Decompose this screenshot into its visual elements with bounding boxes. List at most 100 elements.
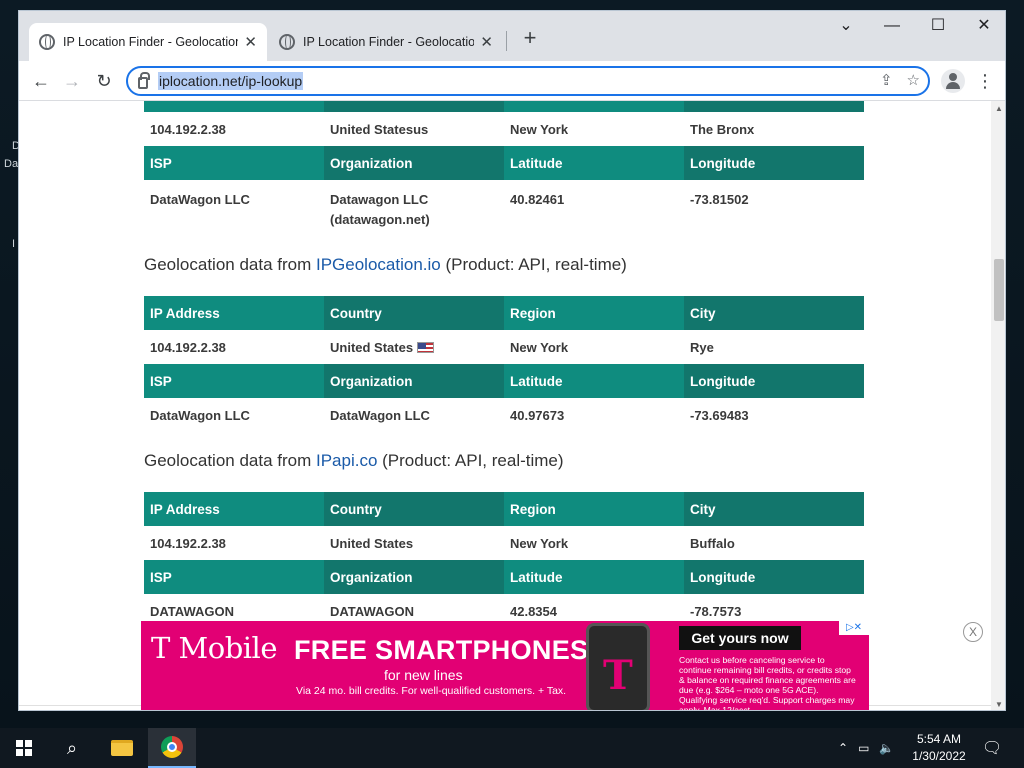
- header-ip-address: IP Address: [144, 492, 324, 526]
- desktop-icon-label[interactable]: Da: [4, 158, 18, 170]
- notification-icon: 🗨: [982, 740, 1003, 757]
- desktop-icon-label[interactable]: I: [12, 238, 15, 250]
- search-button[interactable]: ⌕: [48, 728, 96, 768]
- section-prefix: Geolocation data from: [144, 451, 316, 470]
- geo-table-top: 104.192.2.38 United Statesus New York Th…: [144, 101, 864, 230]
- cell-region: New York: [504, 112, 684, 146]
- cell-longitude: -73.69483: [684, 398, 864, 432]
- adchoices-icon[interactable]: ▷✕: [839, 621, 869, 635]
- notifications-button[interactable]: 🗨: [982, 728, 1002, 768]
- taskbar: ⌕ ⌃ ▭ 🔈 5:54 AM 1/30/2022 🗨: [0, 728, 1024, 768]
- header-organization: Organization: [324, 364, 504, 398]
- globe-icon: [279, 34, 295, 50]
- scroll-down-arrow[interactable]: ▼: [994, 700, 1004, 709]
- profile-avatar[interactable]: [941, 69, 965, 93]
- table-row: 104.192.2.38 United States New York Rye: [144, 330, 864, 364]
- tab-inactive[interactable]: IP Location Finder - Geolocation ✕: [269, 23, 503, 61]
- scroll-thumb[interactable]: [994, 259, 1004, 321]
- cell-longitude: -73.81502: [684, 180, 864, 230]
- cell-ip: 104.192.2.38: [144, 112, 324, 146]
- cell-latitude: 40.82461: [504, 180, 684, 230]
- bookmark-star-icon[interactable]: ☆: [907, 71, 920, 89]
- cell-isp: DataWagon LLC: [144, 180, 324, 230]
- globe-icon: [39, 34, 55, 50]
- header-longitude: Longitude: [684, 364, 864, 398]
- header-cell: [324, 101, 504, 112]
- cell-city: Rye: [684, 330, 864, 364]
- cell-ip: 104.192.2.38: [144, 330, 324, 364]
- show-hidden-icons-icon[interactable]: ⌃: [838, 741, 848, 755]
- tab-search-button[interactable]: ⌄: [823, 13, 869, 43]
- geo-table-ipgeolocation: IP Address Country Region City 104.192.2…: [144, 296, 864, 432]
- tab-title: IP Location Finder - Geolocation: [303, 35, 475, 49]
- table-header-row: ISP Organization Latitude Longitude: [144, 146, 864, 180]
- scroll-up-arrow[interactable]: ▲: [994, 104, 1004, 113]
- tmobile-ad-banner[interactable]: T Mobile FREE SMARTPHONES for new lines …: [141, 621, 869, 711]
- table-row: 104.192.2.38 United States New York Buff…: [144, 526, 864, 560]
- cell-country: United States: [324, 526, 504, 560]
- cell-region: New York: [504, 526, 684, 560]
- table-row: DataWagon LLC DataWagon LLC 40.97673 -73…: [144, 398, 864, 432]
- reload-button[interactable]: ↻: [92, 69, 116, 93]
- minimize-button[interactable]: —: [869, 13, 915, 43]
- header-region: Region: [504, 492, 684, 526]
- lock-icon[interactable]: [138, 72, 150, 89]
- folder-icon: [111, 740, 133, 756]
- phone-image: T: [586, 623, 650, 710]
- table-header-row: ISP Organization Latitude Longitude: [144, 364, 864, 398]
- close-tab-icon[interactable]: ✕: [244, 33, 257, 51]
- browser-toolbar: ← → ↻ iplocation.net/ip-lookup ⇪ ☆ ⋮: [19, 61, 1005, 101]
- volume-muted-icon[interactable]: 🔈: [879, 741, 894, 755]
- header-cell: [144, 101, 324, 112]
- new-tab-button[interactable]: +: [517, 25, 543, 51]
- vertical-scrollbar[interactable]: ▲ ▼: [991, 101, 1005, 710]
- section-heading: Geolocation data from IPapi.co (Product:…: [144, 451, 564, 471]
- cell-country: United States: [324, 330, 504, 364]
- network-icon[interactable]: ▭: [858, 741, 869, 755]
- clock-time: 5:54 AM: [916, 732, 962, 746]
- maximize-button[interactable]: ☐: [915, 13, 961, 43]
- header-country: Country: [324, 492, 504, 526]
- ad-fineprint: Via 24 mo. bill credits. For well-qualif…: [296, 685, 567, 697]
- header-isp: ISP: [144, 364, 324, 398]
- section-suffix: (Product: API, real-time): [377, 451, 564, 470]
- table-header-row: IP Address Country Region City: [144, 296, 864, 330]
- tab-divider: [506, 31, 507, 51]
- clock-date: 1/30/2022: [912, 749, 966, 763]
- ad-headline: FREE SMARTPHONES: [294, 635, 589, 665]
- tmobile-logo: T Mobile: [151, 631, 278, 665]
- chrome-icon: [161, 736, 183, 758]
- tab-title: IP Location Finder - Geolocation: [63, 35, 239, 49]
- ad-disclaimer: Contact us before canceling service to c…: [679, 655, 856, 711]
- back-button[interactable]: ←: [29, 69, 53, 93]
- close-tab-icon[interactable]: ✕: [480, 33, 493, 51]
- close-window-button[interactable]: ✕: [961, 13, 1005, 43]
- file-explorer-button[interactable]: [98, 728, 146, 768]
- ad-cta-button[interactable]: Get yours now: [679, 626, 801, 650]
- header-longitude: Longitude: [684, 560, 864, 594]
- table-header-row: IP Address Country Region City: [144, 492, 864, 526]
- browser-window: IP Location Finder - Geolocation ✕ IP Lo…: [18, 10, 1006, 711]
- header-city: City: [684, 492, 864, 526]
- header-isp: ISP: [144, 560, 324, 594]
- chrome-taskbar-button[interactable]: [148, 728, 196, 768]
- section-suffix: (Product: API, real-time): [440, 255, 627, 274]
- share-icon[interactable]: ⇪: [880, 71, 893, 89]
- chrome-menu-icon[interactable]: ⋮: [975, 69, 995, 93]
- url-text[interactable]: iplocation.net/ip-lookup: [158, 72, 304, 90]
- header-region: Region: [504, 296, 684, 330]
- provider-link[interactable]: IPapi.co: [316, 451, 377, 470]
- header-organization: Organization: [324, 146, 504, 180]
- forward-button[interactable]: →: [60, 69, 84, 93]
- start-button[interactable]: [0, 728, 48, 768]
- address-bar[interactable]: iplocation.net/ip-lookup ⇪ ☆: [126, 66, 930, 96]
- header-cell: [684, 101, 864, 112]
- provider-link[interactable]: IPGeolocation.io: [316, 255, 441, 274]
- system-tray: ⌃ ▭ 🔈: [838, 728, 894, 768]
- close-ad-button[interactable]: X: [963, 622, 983, 642]
- section-heading: Geolocation data from IPGeolocation.io (…: [144, 255, 627, 275]
- clock[interactable]: 5:54 AM 1/30/2022: [905, 731, 973, 765]
- cell-organization: Datawagon LLC (datawagon.net): [324, 180, 504, 230]
- header-ip-address: IP Address: [144, 296, 324, 330]
- tab-active[interactable]: IP Location Finder - Geolocation ✕: [29, 23, 267, 61]
